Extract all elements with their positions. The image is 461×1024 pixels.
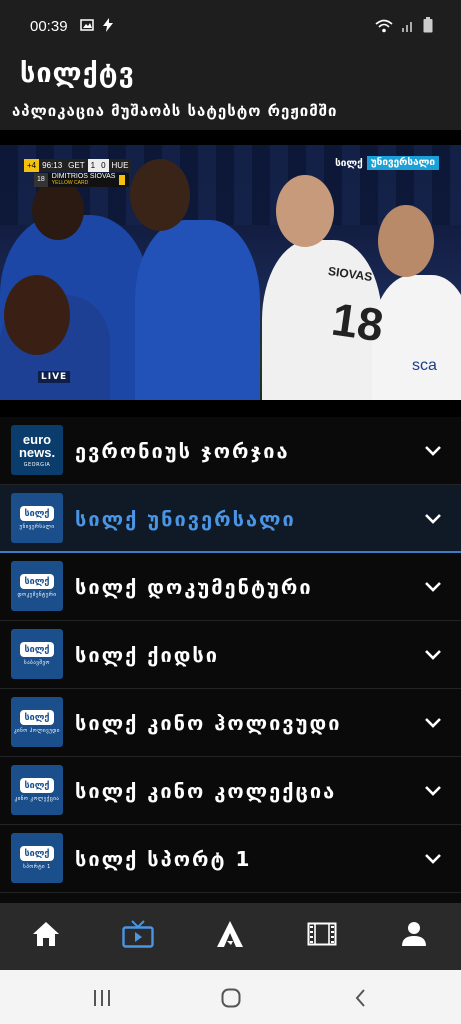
tv-icon <box>122 920 154 952</box>
player-head <box>130 159 190 231</box>
channel-logo-text: euro news. <box>18 431 56 460</box>
channel-logo-subtext: საბავშვო <box>24 660 50 666</box>
video-player[interactable]: SIOVAS 18 sca +4 96:13 GET 1 0 HUE 18 DI… <box>0 145 461 400</box>
player-head <box>276 175 334 247</box>
channel-item[interactable]: სილქ უნივერსალი სილქ უნივერსალი <box>0 485 461 553</box>
channel-logo-text: სილქ <box>20 778 54 793</box>
chevron-down-icon[interactable] <box>423 645 443 665</box>
channel-logo-subtext: GEORGIA <box>23 461 51 468</box>
channel-name: სილქ დოკუმენტური <box>75 575 313 599</box>
yellow-card-icon <box>119 175 126 185</box>
scoreboard-added-time: +4 <box>24 159 40 172</box>
channel-bug-name: უნივერსალი <box>366 156 439 170</box>
recent-apps-button[interactable] <box>90 986 114 1010</box>
chevron-down-icon[interactable] <box>423 509 443 529</box>
wifi-icon <box>375 18 393 37</box>
channel-logo: სილქ კინო ჰოლივუდი <box>11 697 63 747</box>
chevron-down-icon[interactable] <box>423 849 443 869</box>
status-bar: 00:39 <box>0 0 461 54</box>
channel-item[interactable]: სილქ სპორტი 1 სილქ სპორტ 1 <box>0 825 461 893</box>
card-graphic: 18 DIMITRIOS SIOVAS YELLOW CARD <box>34 173 130 187</box>
scoreboard: +4 96:13 GET 1 0 HUE <box>24 159 132 172</box>
image-icon <box>80 17 94 36</box>
profile-icon <box>401 921 427 951</box>
flash-icon <box>102 17 114 36</box>
system-navigation-bar <box>0 970 461 1024</box>
scoreboard-clock: 96:13 <box>39 159 66 172</box>
channel-bug: სილქ უნივერსალი <box>331 156 439 170</box>
channel-item[interactable]: euro news. GEORGIA ევრონიუს ჯორჯია <box>0 417 461 485</box>
shirt-sponsor: sca <box>412 357 437 374</box>
home-system-button[interactable] <box>219 986 243 1010</box>
player-figure <box>372 275 461 400</box>
scoreboard-home: GET <box>65 159 88 172</box>
app-title: სილქტვ <box>20 58 135 89</box>
channel-name: სილქ კინო კოლექცია <box>75 779 337 803</box>
channel-logo-text: სილქ <box>20 574 54 589</box>
back-button[interactable] <box>349 986 373 1010</box>
channel-logo-text: სილქ <box>20 846 54 861</box>
nav-a-button[interactable] <box>213 919 247 953</box>
channel-item[interactable]: სილქ საბავშვო სილქ ქიდსი <box>0 621 461 689</box>
channel-logo-subtext: სპორტი 1 <box>23 864 51 870</box>
channel-logo: სილქ საბავშვო <box>11 629 63 679</box>
channel-name: სილქ სპორტ 1 <box>75 847 252 871</box>
chevron-down-icon[interactable] <box>423 781 443 801</box>
film-icon <box>307 922 337 950</box>
live-label: LIVE <box>38 371 71 383</box>
nav-movies-button[interactable] <box>305 919 339 953</box>
home-icon <box>32 921 60 951</box>
card-type: YELLOW CARD <box>51 180 89 186</box>
a-logo-icon <box>216 921 244 951</box>
chevron-down-icon[interactable] <box>423 713 443 733</box>
back-arrow-icon <box>349 989 373 1014</box>
channel-logo: სილქ უნივერსალი <box>11 493 63 543</box>
channel-logo: სილქ კინო კოლექცია <box>11 765 63 815</box>
channel-logo-subtext: დოკუმენტური <box>17 592 57 598</box>
status-time: 00:39 <box>30 18 68 35</box>
channel-logo: სილქ სპორტი 1 <box>11 833 63 883</box>
app-header: სილქტვ აპლიკაცია მუშაობს სატესტო რეჟიმში <box>0 54 461 130</box>
card-player-number: 18 <box>34 173 48 187</box>
channel-name: ევრონიუს ჯორჯია <box>75 439 290 463</box>
home-circle-icon <box>219 988 243 1014</box>
channel-bug-brand: სილქ <box>335 157 363 169</box>
channel-logo-text: სილქ <box>20 710 54 725</box>
player-head <box>32 180 84 240</box>
channel-name: სილქ უნივერსალი <box>75 507 296 531</box>
nav-tv-button[interactable] <box>121 919 155 953</box>
test-mode-notice: აპლიკაცია მუშაობს სატესტო რეჟიმში <box>12 102 338 120</box>
channel-logo-text: სილქ <box>20 642 54 657</box>
channel-item[interactable]: სილქ კინო ჰოლივუდი სილქ კინო ჰოლივუდი <box>0 689 461 757</box>
channel-logo-text: სილქ <box>20 506 54 521</box>
channel-logo-subtext: კინო ჰოლივუდი <box>13 728 60 734</box>
scoreboard-away-score: 0 <box>98 159 109 172</box>
channel-item[interactable]: სილქ დოკუმენტური სილქ დოკუმენტური <box>0 553 461 621</box>
shirt-number: 18 <box>328 292 387 352</box>
nav-home-button[interactable] <box>29 919 63 953</box>
card-player-name: DIMITRIOS SIOVAS <box>51 173 116 180</box>
channel-item[interactable]: სილქ კინო კოლექცია სილქ კინო კოლექცია <box>0 757 461 825</box>
channel-list: euro news. GEORGIA ევრონიუს ჯორჯია სილქ უნივ… <box>0 417 461 903</box>
recent-apps-icon <box>90 990 114 1014</box>
player-head <box>378 205 434 277</box>
channel-name: სილქ ქიდსი <box>75 643 220 667</box>
nav-profile-button[interactable] <box>397 919 431 953</box>
channel-name: სილქ კინო ჰოლივუდი <box>75 711 342 735</box>
scoreboard-home-score: 1 <box>87 159 99 172</box>
bottom-nav <box>0 903 461 970</box>
player-head <box>4 275 70 355</box>
player-figure <box>135 220 260 400</box>
signal-icon <box>401 18 415 37</box>
channel-logo: euro news. GEORGIA <box>11 425 63 475</box>
channel-logo-subtext: კინო კოლექცია <box>14 796 60 802</box>
channel-logo-subtext: უნივერსალი <box>19 524 55 530</box>
battery-icon <box>423 17 433 37</box>
chevron-down-icon[interactable] <box>423 441 443 461</box>
channel-logo: სილქ დოკუმენტური <box>11 561 63 611</box>
scoreboard-away: HUE <box>108 159 132 172</box>
chevron-down-icon[interactable] <box>423 577 443 597</box>
